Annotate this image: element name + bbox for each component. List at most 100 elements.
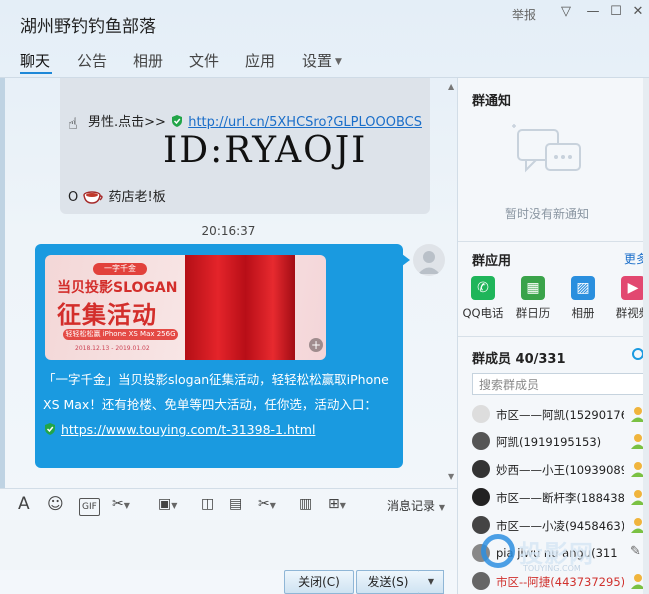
notice-title: 群通知 <box>472 94 512 109</box>
tab-announcement[interactable]: 公告 <box>77 50 107 71</box>
avatar <box>472 488 490 506</box>
member-name: 市区——断杆李(1884387 <box>496 491 624 505</box>
action-buttons: 关闭(C) 发送(S) ▼ <box>0 570 457 594</box>
red-curtain-graphic <box>185 255 295 360</box>
notice-empty-text: 暂时没有新通知 <box>504 207 589 221</box>
chevron-down-icon: ▼ <box>438 503 445 512</box>
tab-chat[interactable]: 聊天 <box>20 50 50 71</box>
pointing-hand-icon: ☝ <box>68 114 78 133</box>
chat-area[interactable]: ☝ 男性.点击>> http://url.cn/5XHCSro?GLPLOOOBC… <box>0 78 457 488</box>
verified-shield-icon <box>172 115 183 127</box>
message-timestamp: 20:16:37 <box>201 224 256 238</box>
right-panel-scrollbar[interactable] <box>643 78 649 594</box>
app-label: 群日历 <box>515 306 551 320</box>
message-1-line-3: O 药店老!板 <box>68 186 166 205</box>
message-bubble-1: ☝ 男性.点击>> http://url.cn/5XHCSro?GLPLOOOBC… <box>60 78 430 214</box>
banner-line-1: 当贝投影SLOGAN <box>57 280 178 296</box>
group-title: 湖州野钓钓鱼部落 <box>20 17 156 37</box>
app-label: QQ电话 <box>462 306 504 320</box>
input-toolbar: A ☺ GIF ✂▼ ▣▼ ◫ ▤ ✂▼ ▥ ⊞▼ 消息记录 ▼ <box>0 488 457 521</box>
watermark-subtext: TOUYING.COM <box>523 564 581 573</box>
coffee-cup-icon <box>83 191 104 204</box>
message-record-label: 消息记录 <box>387 499 436 513</box>
section-divider <box>458 241 649 242</box>
message-input[interactable] <box>0 520 457 570</box>
default-avatar-icon <box>418 251 440 274</box>
gif-icon[interactable]: GIF <box>79 498 100 516</box>
message-bubble-2: 一字千金 当贝投影SLOGAN 征集活动 轻轻松松赢 iPhone XS Max… <box>35 244 403 468</box>
left-edge-bar <box>0 78 5 488</box>
message-2-text: 「一字千金」当贝投影slogan征集活动，轻轻松松赢取iPhone XS Max… <box>43 367 401 442</box>
message-1-link[interactable]: http://url.cn/5XHCSro?GLPLOOOBCS <box>188 115 422 130</box>
watermark-logo: 投影网 TOUYING.COM <box>475 528 595 588</box>
emoji-icon[interactable]: ☺ <box>47 496 64 512</box>
message-record-button[interactable]: 消息记录 ▼ <box>387 497 445 514</box>
app-album[interactable]: ▨ 相册 <box>560 276 606 321</box>
message-1-suffix-a: O <box>68 190 79 205</box>
active-tab-indicator <box>20 72 52 74</box>
verified-shield-icon <box>45 423 55 435</box>
tab-settings-label: 设置 <box>302 52 333 70</box>
banner-line-2: 征集活动 <box>57 301 157 329</box>
member-name: 阿凯(1919195153) <box>496 435 602 449</box>
avatar[interactable] <box>413 244 445 276</box>
shake-icon[interactable]: ◫ <box>201 496 214 512</box>
minimize-icon[interactable]: — <box>584 4 602 20</box>
tab-album[interactable]: 相册 <box>133 50 163 71</box>
group-chat-window: 湖州野钓钓鱼部落 举报 ▽ — ☐ ✕ 聊天 公告 相册 文件 应用 设置 ▼ ☝… <box>0 0 649 594</box>
red-packet-icon[interactable]: ▤ <box>229 496 242 512</box>
list-item[interactable]: 阿凯(1919195153) <box>472 430 648 452</box>
list-item[interactable]: 市区——阿凯(15290176) <box>472 403 648 425</box>
record-icon[interactable]: ▥ <box>299 496 312 512</box>
banner-line-4: 2018.12.13 - 2019.01.02 <box>75 345 150 352</box>
app-group-calendar[interactable]: ▦ 群日历 <box>510 276 556 321</box>
expand-icon[interactable]: + <box>309 338 323 352</box>
section-divider <box>458 336 649 337</box>
app-label: 相册 <box>571 306 595 320</box>
send-options-icon[interactable]: ▼ <box>419 570 444 594</box>
chevron-down-icon: ▼ <box>335 57 342 67</box>
close-button[interactable]: 关闭(C) <box>284 570 354 594</box>
apps-title: 群应用 <box>472 254 512 269</box>
message-1-prefix: 男性.点击>> <box>88 115 166 130</box>
tab-apps[interactable]: 应用 <box>245 50 275 71</box>
scroll-up-icon[interactable]: ▲ <box>448 82 456 91</box>
message-1-id-text: ID:RYAOJI <box>163 130 368 171</box>
tab-settings[interactable]: 设置 ▼ <box>302 50 342 71</box>
screenshot-icon[interactable]: ✂▼ <box>258 496 276 514</box>
tab-files[interactable]: 文件 <box>189 50 219 71</box>
photo-icon: ▨ <box>571 276 595 300</box>
right-panel: 群通知 暂时没有新通知 群应用 更多 ✆ QQ电话 ▦ 群日历 ▨ 相册 ▶ 群… <box>457 78 649 594</box>
avatar <box>472 405 490 423</box>
scroll-down-icon[interactable]: ▼ <box>448 472 456 481</box>
scissors-icon[interactable]: ✂▼ <box>112 496 130 514</box>
message-2-body: 「一字千金」当贝投影slogan征集活动，轻轻松松赢取iPhone XS Max… <box>43 372 389 412</box>
message-1-suffix-b: 药店老!板 <box>108 190 166 205</box>
calendar-icon: ▦ <box>521 276 545 300</box>
watermark-ring-icon <box>481 534 515 568</box>
avatar <box>472 432 490 450</box>
empty-notice-icon <box>512 124 581 173</box>
app-qq-call[interactable]: ✆ QQ电话 <box>460 276 506 321</box>
font-icon[interactable]: A <box>18 496 30 513</box>
send-button[interactable]: 发送(S) <box>356 570 420 594</box>
banner-line-3: 轻轻松松赢 iPhone XS Max 256G <box>63 329 178 340</box>
phone-icon: ✆ <box>471 276 495 300</box>
video-icon: ▶ <box>621 276 645 300</box>
bubble-tail <box>402 254 410 266</box>
more-tools-icon[interactable]: ⊞▼ <box>328 496 346 514</box>
promo-banner-image[interactable]: 一字千金 当贝投影SLOGAN 征集活动 轻轻松松赢 iPhone XS Max… <box>45 255 326 360</box>
menu-icon[interactable]: ▽ <box>557 4 575 20</box>
avatar <box>472 460 490 478</box>
banner-tag: 一字千金 <box>93 263 147 275</box>
list-item[interactable]: 市区——断杆李(1884387 <box>472 486 648 508</box>
members-title: 群成员 40/331 <box>472 352 566 367</box>
report-link[interactable]: 举报 <box>512 6 536 23</box>
maximize-icon[interactable]: ☐ <box>607 4 625 20</box>
member-search-input[interactable]: 搜索群成员 <box>472 373 644 395</box>
list-item[interactable]: 妙西——小王(10939089 <box>472 458 648 480</box>
message-2-link[interactable]: https://www.touying.com/t-31398-1.html <box>61 422 315 437</box>
image-icon[interactable]: ▣▼ <box>158 496 177 514</box>
close-icon[interactable]: ✕ <box>629 4 647 20</box>
member-name: 市区——阿凯(15290176) <box>496 408 624 422</box>
